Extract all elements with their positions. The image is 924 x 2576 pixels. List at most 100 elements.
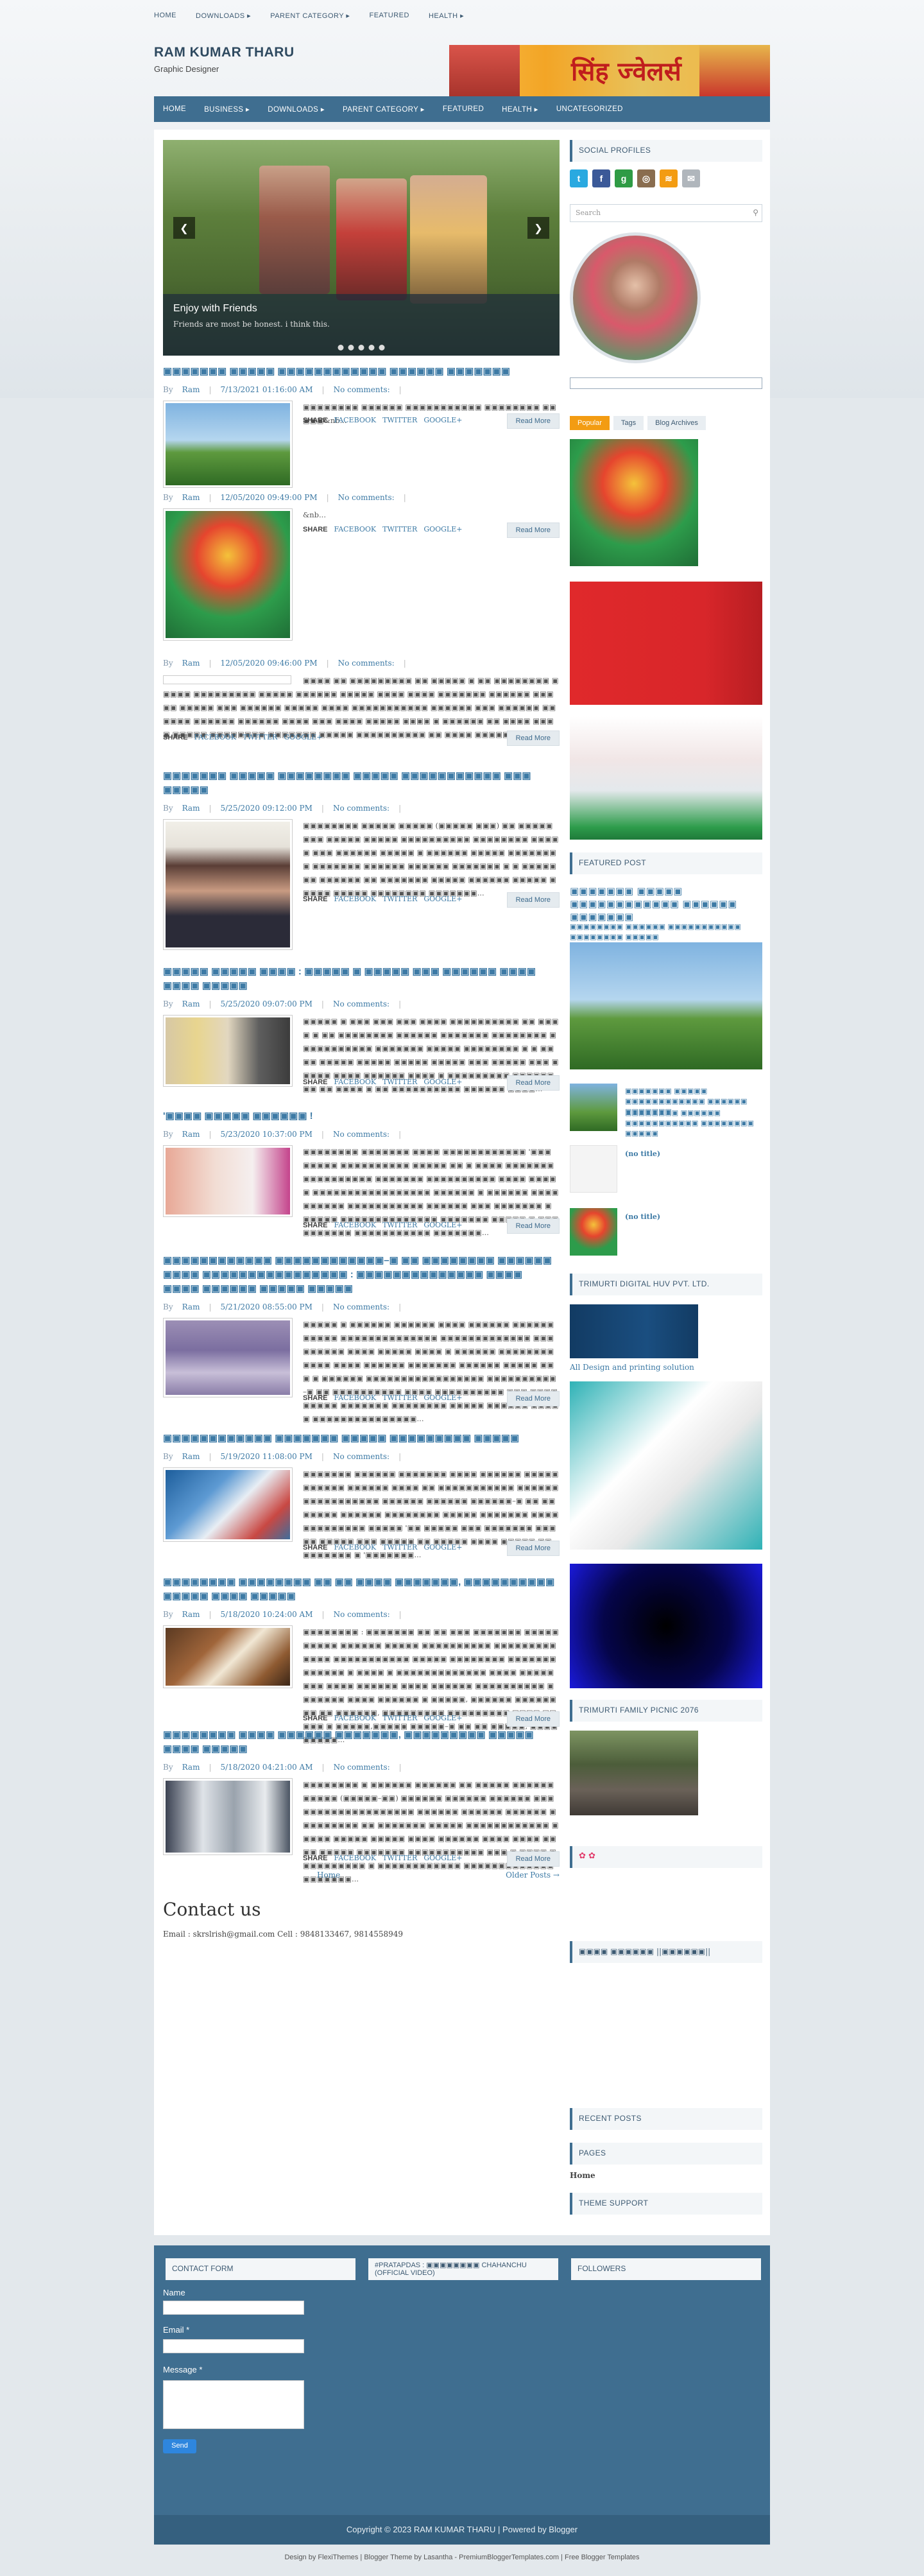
- share-google-link[interactable]: GOOGLE+: [424, 1543, 462, 1552]
- post-comments-link[interactable]: No comments:: [334, 1763, 390, 1772]
- post-date[interactable]: 5/21/2020 08:55:00 PM: [221, 1302, 312, 1311]
- main-nav-uncategorized[interactable]: UNCATEGORIZED: [556, 105, 623, 113]
- popular-list-thumb[interactable]: [570, 1208, 617, 1256]
- name-input[interactable]: [163, 2301, 304, 2315]
- share-twitter-link[interactable]: TWITTER: [382, 895, 417, 903]
- main-nav-home[interactable]: HOME: [163, 105, 186, 113]
- tab-popular[interactable]: Popular: [570, 416, 610, 430]
- share-google-link[interactable]: GOOGLE+: [424, 1078, 462, 1086]
- header-ad-banner[interactable]: सिंह ज्वेलर्स: [449, 45, 770, 96]
- tab-tags[interactable]: Tags: [613, 416, 644, 430]
- twitter-icon[interactable]: t: [570, 169, 588, 187]
- post-date[interactable]: 5/18/2020 04:21:00 AM: [221, 1763, 313, 1772]
- post-date[interactable]: 5/25/2020 09:07:00 PM: [221, 999, 312, 1008]
- read-more-button[interactable]: Read More: [506, 1075, 560, 1091]
- popular-post-image[interactable]: [570, 439, 698, 566]
- top-nav-parent-category[interactable]: PARENT CATEGORY ▸: [270, 12, 350, 20]
- post-author[interactable]: Ram: [182, 1610, 200, 1619]
- facebook-icon[interactable]: f: [592, 169, 610, 187]
- share-facebook-link[interactable]: FACEBOOK: [334, 416, 377, 424]
- post-comments-link[interactable]: No comments:: [333, 1302, 389, 1311]
- message-textarea[interactable]: [163, 2380, 304, 2429]
- child-labour-day-image[interactable]: [570, 582, 762, 705]
- share-facebook-link[interactable]: FACEBOOK: [334, 525, 377, 533]
- post-thumbnail[interactable]: [163, 1778, 293, 1855]
- post-thumbnail[interactable]: [163, 508, 293, 641]
- post-author[interactable]: Ram: [182, 1452, 200, 1461]
- tab-blog-archives[interactable]: Blog Archives: [647, 416, 706, 430]
- main-nav-featured[interactable]: FEATURED: [443, 105, 484, 113]
- share-twitter-link[interactable]: TWITTER: [382, 525, 417, 533]
- share-google-link[interactable]: GOOGLE+: [284, 733, 322, 741]
- share-twitter-link[interactable]: TWITTER: [382, 1221, 417, 1229]
- share-twitter-link[interactable]: TWITTER: [382, 416, 417, 424]
- post-thumbnail[interactable]: [163, 819, 293, 950]
- share-facebook-link[interactable]: FACEBOOK: [334, 1394, 377, 1402]
- post-date[interactable]: 7/13/2021 01:16:00 AM: [221, 385, 313, 394]
- share-facebook-link[interactable]: FACEBOOK: [194, 733, 237, 741]
- post-thumbnail[interactable]: [163, 1625, 293, 1688]
- post-comments-link[interactable]: No comments:: [334, 1610, 390, 1619]
- share-google-link[interactable]: GOOGLE+: [424, 416, 462, 424]
- post-author[interactable]: Ram: [182, 1302, 200, 1311]
- top-nav-health[interactable]: HEALTH ▸: [429, 12, 464, 20]
- read-more-button[interactable]: Read More: [506, 1391, 560, 1406]
- pages-home-link[interactable]: Home: [570, 2171, 595, 2180]
- popular-list-title[interactable]: (no title): [625, 1212, 660, 1222]
- instagram-icon[interactable]: ◎: [637, 169, 655, 187]
- share-twitter-link[interactable]: TWITTER: [382, 1394, 417, 1402]
- site-title[interactable]: RAM KUMAR THARU: [154, 45, 295, 60]
- post-title[interactable]: ▣▣▣▣▣▣▣▣▣▣▣▣ ▣▣▣▣▣▣▣ ▣▣▣▣▣ ▣▣▣▣▣▣▣▣▣ ▣▣▣…: [163, 1431, 560, 1446]
- blue-ad-image[interactable]: [570, 1564, 762, 1688]
- share-google-link[interactable]: GOOGLE+: [424, 1714, 462, 1722]
- post-author[interactable]: Ram: [182, 804, 200, 813]
- top-nav-downloads[interactable]: DOWNLOADS ▸: [196, 12, 251, 20]
- google-plus-icon[interactable]: g: [615, 169, 633, 187]
- featured-post-title[interactable]: ▣▣▣▣▣▣▣ ▣▣▣▣▣ ▣▣▣▣▣▣▣▣▣▣▣▣ ▣▣▣▣▣▣ ▣▣▣▣▣▣…: [570, 885, 762, 923]
- post-date[interactable]: 5/19/2020 11:08:00 PM: [221, 1452, 312, 1461]
- share-facebook-link[interactable]: FACEBOOK: [334, 1078, 377, 1086]
- send-button[interactable]: Send: [163, 2439, 196, 2453]
- share-google-link[interactable]: GOOGLE+: [424, 1854, 462, 1862]
- share-google-link[interactable]: GOOGLE+: [424, 1221, 462, 1229]
- post-author[interactable]: Ram: [182, 659, 200, 668]
- slider-dot[interactable]: [379, 345, 385, 350]
- share-google-link[interactable]: GOOGLE+: [424, 525, 462, 533]
- slider-dot[interactable]: [348, 345, 354, 350]
- read-more-button[interactable]: Read More: [506, 892, 560, 908]
- main-nav-business[interactable]: BUSINESS ▸: [204, 105, 250, 114]
- pager-older-link[interactable]: Older Posts →: [506, 1871, 560, 1880]
- post-comments-link[interactable]: No comments:: [333, 1130, 389, 1139]
- share-facebook-link[interactable]: FACEBOOK: [334, 895, 377, 903]
- trimurti-logo-image[interactable]: [570, 1304, 698, 1358]
- post-date[interactable]: 5/18/2020 10:24:00 AM: [221, 1610, 313, 1619]
- share-twitter-link[interactable]: TWITTER: [382, 1714, 417, 1722]
- covid-awareness-image[interactable]: [570, 716, 762, 840]
- main-nav-parent-category[interactable]: PARENT CATEGORY ▸: [343, 105, 425, 114]
- post-title[interactable]: ▣▣▣▣▣▣▣ ▣▣▣▣▣ ▣▣▣▣▣▣▣▣▣▣▣▣ ▣▣▣▣▣▣ ▣▣▣▣▣▣…: [163, 365, 560, 379]
- post-thumbnail[interactable]: [163, 1145, 293, 1217]
- trimurti-print-ad[interactable]: [570, 1381, 762, 1550]
- search-icon[interactable]: ⚲: [753, 208, 758, 217]
- popular-list-thumb[interactable]: [570, 1084, 617, 1131]
- picnic-photo[interactable]: [570, 1731, 698, 1815]
- share-facebook-link[interactable]: FACEBOOK: [334, 1221, 377, 1229]
- post-date[interactable]: 12/05/2020 09:49:00 PM: [221, 493, 318, 502]
- post-title[interactable]: ▣▣▣▣▣▣▣▣ ▣▣▣▣▣▣▣▣ ▣▣ ▣▣ ▣▣▣▣ ▣▣▣▣▣▣▣, ▣▣…: [163, 1575, 560, 1604]
- post-comments-link[interactable]: No comments:: [338, 493, 395, 502]
- share-facebook-link[interactable]: FACEBOOK: [334, 1543, 377, 1552]
- post-title[interactable]: '▣▣▣▣ ▣▣▣▣▣ ▣▣▣▣▣▣ !: [163, 1109, 560, 1123]
- post-comments-link[interactable]: No comments:: [334, 385, 390, 394]
- rss-icon[interactable]: ≋: [660, 169, 678, 187]
- read-more-button[interactable]: Read More: [506, 1851, 560, 1867]
- post-title[interactable]: ▣▣▣▣▣▣▣▣▣▣▣▣ ▣▣▣▣▣▣▣▣▣▣▣▣–▣ ▣▣ ▣▣▣▣▣▣▣▣ …: [163, 1254, 560, 1296]
- top-nav-featured[interactable]: FEATURED: [369, 12, 409, 20]
- featured-post-image[interactable]: [570, 942, 762, 1069]
- slider-next-button[interactable]: ❯: [527, 217, 549, 239]
- post-date[interactable]: 5/23/2020 10:37:00 PM: [221, 1130, 312, 1139]
- slider-dot[interactable]: [368, 345, 375, 350]
- share-twitter-link[interactable]: TWITTER: [382, 1854, 417, 1862]
- post-date[interactable]: 12/05/2020 09:46:00 PM: [221, 659, 318, 668]
- share-facebook-link[interactable]: FACEBOOK: [334, 1714, 377, 1722]
- top-nav-home[interactable]: HOME: [154, 12, 176, 20]
